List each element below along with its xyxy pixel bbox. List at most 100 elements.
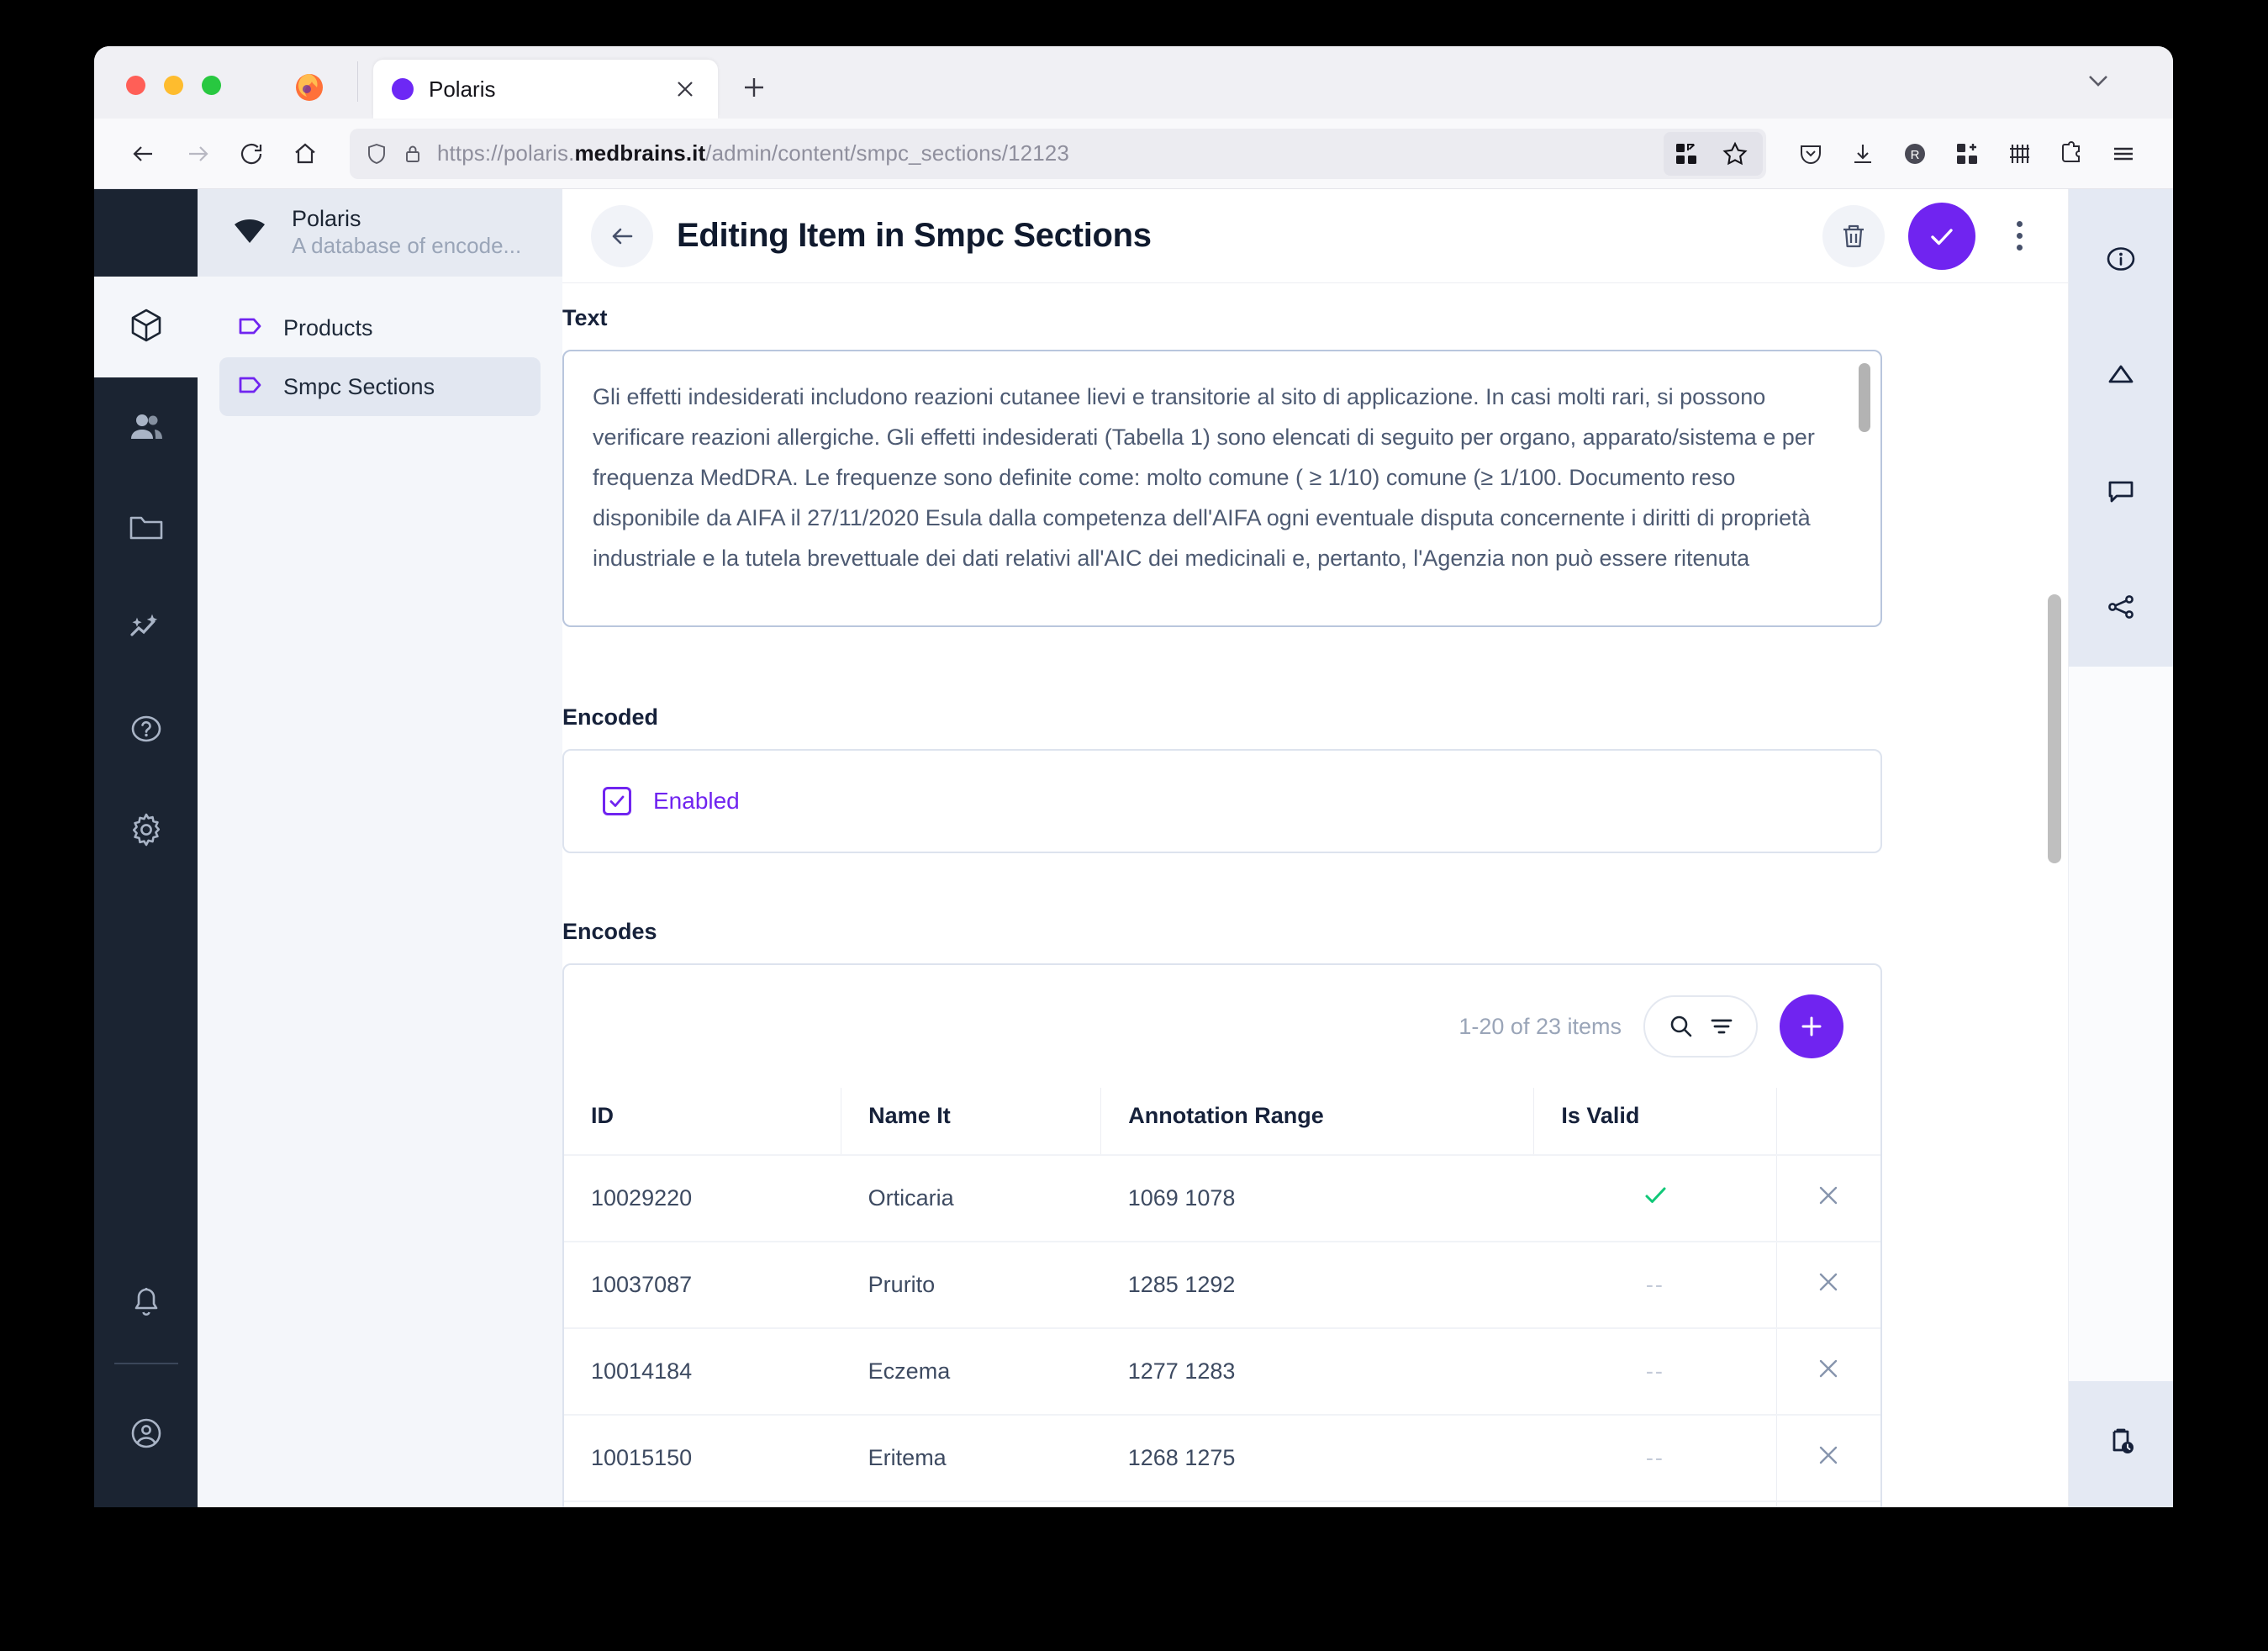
download-icon[interactable]	[1838, 129, 1887, 178]
valid-empty-placeholder: --	[1645, 1272, 1664, 1297]
valid-check-icon	[1641, 1187, 1669, 1215]
back-navigation-icon[interactable]	[119, 129, 168, 178]
encodes-panel: 1-20 of 23 items ID Name It Annotation R…	[562, 963, 1882, 1507]
brand-text: Polaris A database of encode...	[292, 206, 521, 259]
table-row[interactable]: 10012431Dermatite1219 1228--	[564, 1501, 1880, 1507]
cell-actions	[1775, 1501, 1880, 1507]
delete-button[interactable]	[1822, 204, 1885, 267]
search-icon[interactable]	[1667, 1012, 1696, 1041]
list-all-tabs-icon[interactable]	[2079, 61, 2118, 100]
tag-icon	[236, 371, 265, 404]
text-field-textarea[interactable]: Gli effetti indesiderati includono reazi…	[562, 350, 1882, 627]
pocket-save-icon[interactable]	[1786, 129, 1835, 178]
comments-button[interactable]	[2069, 435, 2174, 551]
filter-icon[interactable]	[1709, 1014, 1734, 1039]
history-button[interactable]	[2069, 1381, 2174, 1507]
sidebar-item-smpc-sections[interactable]: Smpc Sections	[219, 357, 541, 416]
extensions-grid-icon[interactable]	[1664, 133, 1709, 175]
maximize-window-button[interactable]	[202, 76, 221, 95]
remove-row-button[interactable]	[1814, 1268, 1843, 1296]
remove-row-button[interactable]	[1814, 1354, 1843, 1383]
save-button[interactable]	[1908, 202, 1975, 270]
cell-actions	[1775, 1154, 1880, 1242]
table-row[interactable]: 10029220 Orticaria 1069 1078	[564, 1154, 1880, 1242]
url-bar[interactable]: https://polaris.medbrains.it/admin/conte…	[350, 128, 1766, 179]
firefox-logo-icon	[292, 68, 327, 103]
info-button[interactable]	[2069, 203, 2174, 319]
browser-toolbar-actions: R	[1786, 129, 2148, 178]
table-row[interactable]: 10014184 Eczema 1277 1283 --	[564, 1327, 1880, 1415]
rail-item-users[interactable]	[94, 377, 198, 478]
browser-tab-strip: Polaris	[94, 46, 2173, 119]
reload-icon[interactable]	[227, 129, 276, 178]
column-header-name-it[interactable]: Name It	[841, 1088, 1102, 1155]
close-window-button[interactable]	[126, 76, 145, 95]
rail-item-content[interactable]	[94, 277, 198, 377]
column-header-range[interactable]: Annotation Range	[1100, 1088, 1535, 1155]
right-rail-bottom	[2068, 1381, 2174, 1507]
tab-favicon-icon	[392, 78, 414, 100]
encodes-field-label: Encodes	[562, 919, 1882, 945]
remove-row-button[interactable]	[1814, 1181, 1843, 1210]
browser-nav-bar: https://polaris.medbrains.it/admin/conte…	[94, 119, 2173, 189]
encodes-table-head: ID Name It Annotation Range Is Valid	[564, 1088, 1880, 1155]
sidebar-item-products[interactable]: Products	[219, 298, 541, 357]
share-button[interactable]	[2069, 551, 2174, 667]
add-encode-button[interactable]	[1780, 994, 1843, 1058]
home-icon[interactable]	[281, 129, 330, 178]
table-row[interactable]: 10015150 Eritema 1268 1275 --	[564, 1414, 1880, 1501]
rail-item-help[interactable]	[94, 680, 198, 781]
browser-window: Polaris https://polaris.medbrains.it/adm…	[94, 46, 2173, 1507]
rail-item-account[interactable]	[94, 1385, 198, 1485]
rail-item-settings[interactable]	[94, 781, 198, 882]
encoded-checkbox[interactable]	[603, 787, 631, 815]
browser-tab[interactable]: Polaris	[373, 60, 718, 119]
rail-item-files[interactable]	[94, 478, 198, 579]
brand-block[interactable]: Polaris A database of encode...	[198, 189, 562, 277]
encodes-label-text: Encodes	[562, 919, 657, 944]
encodes-table: ID Name It Annotation Range Is Valid 100…	[564, 1088, 1880, 1507]
main-scrollbar[interactable]	[2048, 283, 2061, 1507]
search-filter-group[interactable]	[1643, 995, 1758, 1058]
add-extension-icon[interactable]	[1943, 129, 1991, 178]
cell-annotation-range: 1277 1283	[1100, 1327, 1534, 1415]
svg-text:R: R	[1911, 148, 1920, 162]
cell-actions	[1775, 1241, 1880, 1328]
validation-button[interactable]	[2069, 319, 2174, 435]
main-scrollbar-thumb[interactable]	[2048, 594, 2061, 863]
app-sidebar: Polaris A database of encode... Products	[198, 189, 562, 1507]
extension-puzzle-icon[interactable]	[2047, 129, 2096, 178]
cell-is-valid	[1533, 1154, 1777, 1242]
forward-navigation-icon[interactable]	[173, 129, 222, 178]
new-tab-button[interactable]	[731, 65, 777, 110]
account-avatar-icon[interactable]: R	[1891, 129, 1939, 178]
column-header-is-valid[interactable]: Is Valid	[1533, 1088, 1777, 1155]
back-button[interactable]	[591, 204, 653, 267]
cell-id: 10012431	[564, 1501, 841, 1507]
help-circle-icon	[127, 709, 166, 752]
triangle-icon	[2103, 357, 2139, 397]
app-icon-rail	[94, 189, 198, 1507]
rail-item-notifications[interactable]	[94, 1253, 198, 1354]
minimize-window-button[interactable]	[164, 76, 183, 95]
textarea-scrollbar-thumb[interactable]	[1859, 363, 1870, 432]
url-bar-actions	[1664, 133, 1758, 175]
rail-divider	[113, 1363, 178, 1364]
table-row[interactable]: 10037087 Prurito 1285 1292 --	[564, 1241, 1880, 1328]
shield-icon[interactable]	[365, 142, 388, 166]
containers-icon[interactable]	[1995, 129, 2044, 178]
app-menu-icon[interactable]	[2099, 129, 2148, 178]
bookmark-star-icon[interactable]	[1712, 133, 1758, 175]
more-options-button[interactable]	[1999, 205, 2039, 267]
cube-icon	[127, 306, 166, 349]
app-viewport: Polaris A database of encode... Products	[94, 189, 2173, 1507]
textarea-scrollbar[interactable]	[1859, 363, 1870, 615]
close-tab-icon[interactable]	[671, 75, 699, 103]
cell-name-it: Dermatite	[841, 1501, 1101, 1507]
remove-row-button[interactable]	[1814, 1441, 1843, 1469]
rail-item-insights[interactable]	[94, 579, 198, 680]
column-header-id[interactable]: ID	[564, 1088, 842, 1155]
sidebar-item-label: Smpc Sections	[283, 373, 435, 399]
